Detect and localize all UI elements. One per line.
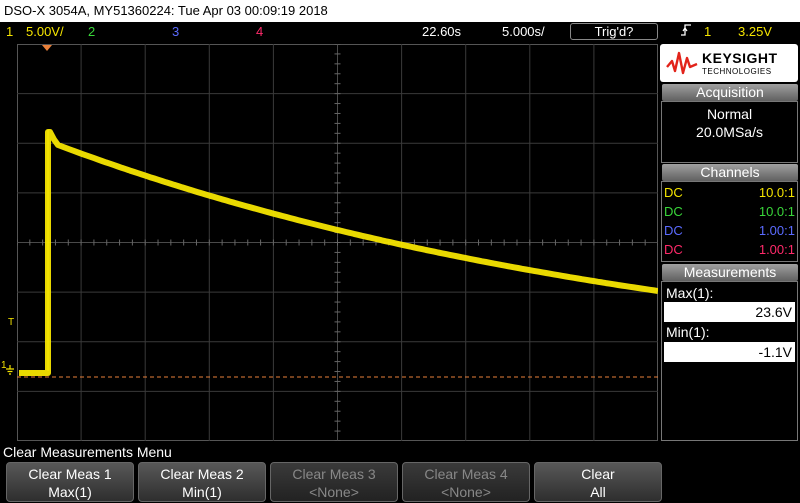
channel-2-coupling: DC [664, 204, 683, 219]
clear-meas-2-softkey[interactable]: Clear Meas 2 Min(1) [138, 462, 266, 502]
logo-brand: KEYSIGHT [702, 50, 778, 66]
softkey-5-value: All [590, 484, 606, 500]
softkey-3-value: <None> [309, 484, 359, 500]
status-bar: 1 5.00V/ 2 3 4 22.60s 5.000s/ 1 3.25V [0, 22, 800, 42]
left-marker-strip: T 1 [0, 44, 17, 441]
time-delay[interactable]: 22.60s [422, 22, 461, 42]
ground-icon [5, 365, 15, 378]
acquisition-mode: Normal [706, 106, 753, 122]
channel-1-coupling: DC [664, 185, 683, 200]
softkey-2-label: Clear Meas 2 [160, 466, 244, 482]
measurements-header[interactable]: Measurements [662, 264, 798, 281]
measurement-2-value: -1.1V [664, 342, 795, 362]
softkey-4-label: Clear Meas 4 [424, 466, 508, 482]
channel-2-probe: 10.0:1 [758, 204, 795, 219]
acquisition-header[interactable]: Acquisition [662, 84, 798, 101]
ch1-scale[interactable]: 5.00V/ [26, 22, 64, 42]
ch4-number[interactable]: 4 [256, 22, 263, 42]
ch3-number[interactable]: 3 [172, 22, 179, 42]
ch2-number[interactable]: 2 [88, 22, 95, 42]
channel-4-probe: 1.00:1 [758, 242, 795, 257]
acquisition-rate: 20.0MSa/s [696, 124, 763, 140]
ch1-number[interactable]: 1 [6, 22, 13, 42]
channel-4-coupling: DC [664, 242, 683, 257]
channel-row-4[interactable]: DC 1.00:1 [664, 241, 795, 259]
softkey-1-label: Clear Meas 1 [28, 466, 112, 482]
softkey-1-value: Max(1) [48, 484, 92, 500]
clear-meas-4-softkey[interactable]: Clear Meas 4 <None> [402, 462, 530, 502]
clear-meas-1-softkey[interactable]: Clear Meas 1 Max(1) [6, 462, 134, 502]
channels-header[interactable]: Channels [662, 164, 798, 181]
trigger-position-marker [42, 45, 52, 51]
softkey-4-value: <None> [441, 484, 491, 500]
softkey-5-label: Clear [581, 466, 615, 482]
waveform-graticule [17, 44, 658, 441]
channel-1-probe: 10.0:1 [758, 185, 795, 200]
measurement-1-value: 23.6V [664, 302, 795, 322]
time-scale[interactable]: 5.000s/ [502, 22, 545, 42]
softkey-2-value: Min(1) [182, 484, 222, 500]
keysight-logo: KEYSIGHT TECHNOLOGIES [660, 44, 798, 82]
softkey-3-label: Clear Meas 3 [292, 466, 376, 482]
trigger-source[interactable]: 1 [704, 22, 711, 42]
clear-meas-3-softkey[interactable]: Clear Meas 3 <None> [270, 462, 398, 502]
measurement-2-label: Min(1): [666, 324, 710, 340]
channel-3-coupling: DC [664, 223, 683, 238]
trigger-level-marker[interactable]: T [8, 317, 14, 328]
clear-all-softkey[interactable]: Clear All [534, 462, 662, 502]
channel-row-2[interactable]: DC 10.0:1 [664, 203, 795, 221]
trigger-level[interactable]: 3.25V [738, 22, 772, 42]
window-title: DSO-X 3054A, MY51360224: Tue Apr 03 00:0… [0, 0, 800, 22]
logo-subtitle: TECHNOLOGIES [702, 67, 772, 76]
channel-row-3[interactable]: DC 1.00:1 [664, 222, 795, 240]
keysight-wave-icon [666, 51, 698, 75]
waveform-display[interactable] [17, 44, 658, 441]
softkey-menu-title: Clear Measurements Menu [3, 444, 172, 460]
channel-3-probe: 1.00:1 [758, 223, 795, 238]
measurement-1-label: Max(1): [666, 285, 714, 301]
rising-edge-icon [680, 22, 692, 44]
channel-row-1[interactable]: DC 10.0:1 [664, 184, 795, 202]
trigger-state-badge[interactable]: Trig'd? [570, 23, 658, 40]
